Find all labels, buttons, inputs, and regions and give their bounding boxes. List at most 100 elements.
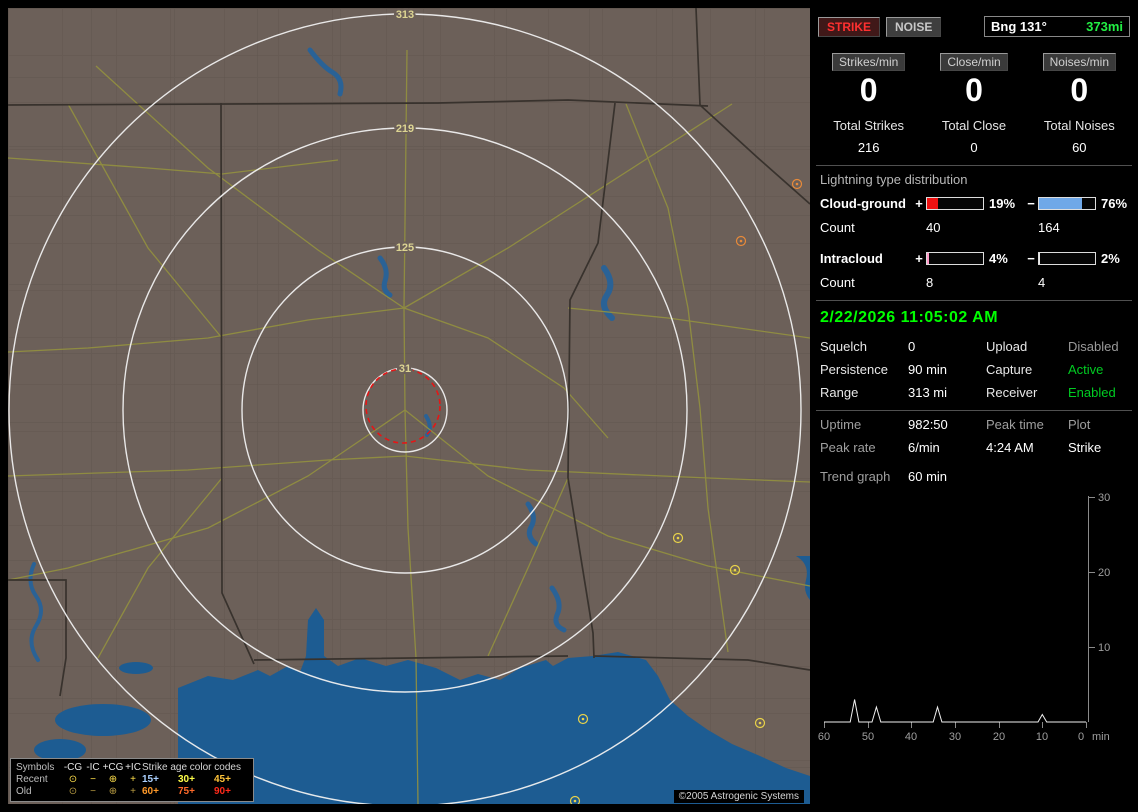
noise-toggle-button[interactable]: NOISE bbox=[886, 16, 942, 37]
uptime-label: Uptime bbox=[820, 417, 862, 433]
recent-neg-ic-icon: − bbox=[90, 774, 96, 785]
rate-noises: Noises/min 0 Total Noises 60 bbox=[1027, 53, 1132, 155]
strike-toggle-button[interactable]: STRIKE bbox=[818, 16, 881, 37]
separator bbox=[816, 165, 1132, 167]
cloud-ground-counts: Count 40 164 bbox=[820, 220, 1132, 235]
total-noises-label: Total Noises bbox=[1043, 118, 1115, 134]
stats-grid: Uptime 982:50 Peak time Plot Peak rate 6… bbox=[816, 417, 1132, 455]
recent-neg-cg-icon: ⊙ bbox=[68, 774, 78, 785]
svg-text:min: min bbox=[1092, 731, 1110, 743]
bearing-range-value: 373mi bbox=[1086, 19, 1123, 34]
datetime-display: 2/22/2026 11:05:02 AM bbox=[820, 309, 999, 327]
ic-positive-count: 8 bbox=[926, 275, 934, 291]
ic-negative-pct: 2% bbox=[1101, 251, 1120, 267]
copyright-text: ©2005 Astrogenic Systems bbox=[673, 790, 804, 803]
separator bbox=[816, 300, 1132, 302]
capture-status: Active bbox=[1068, 362, 1104, 378]
peak-rate-value: 6/min bbox=[908, 440, 940, 456]
trend-window-value: 60 min bbox=[908, 469, 948, 485]
range-value: 313 mi bbox=[908, 385, 948, 401]
rate-strikes: Strikes/min 0 Total Strikes 216 bbox=[816, 53, 921, 155]
ic-positive-pct: 4% bbox=[989, 251, 1008, 267]
legend-col-neg-ic: -IC bbox=[86, 762, 100, 773]
age-code-75: 75+ bbox=[178, 786, 195, 797]
ic-positive-fill bbox=[927, 253, 930, 265]
old-neg-cg-icon: ⊙ bbox=[68, 786, 78, 797]
minus-sign: − bbox=[1027, 251, 1035, 267]
legend-old-label: Old bbox=[16, 786, 32, 797]
recent-pos-cg-icon: ⊕ bbox=[108, 774, 118, 785]
range-label: Range bbox=[820, 385, 859, 401]
count-label: Count bbox=[820, 220, 855, 236]
lightning-map[interactable]: 313 219 125 31 Symbols -CG -IC +CG +IC S… bbox=[7, 7, 814, 807]
intracloud-row: Intracloud + 4% − 2% bbox=[820, 251, 1132, 266]
total-close-value: 0 bbox=[970, 140, 978, 156]
legend-col-pos-ic: +IC bbox=[125, 762, 141, 773]
legend-col-neg-cg: -CG bbox=[63, 762, 83, 773]
ic-negative-gauge bbox=[1038, 252, 1096, 266]
intracloud-counts: Count 8 4 bbox=[820, 275, 1132, 290]
age-code-30: 30+ bbox=[178, 774, 195, 785]
cg-negative-count: 164 bbox=[1038, 220, 1060, 236]
age-codes-title: Strike age color codes bbox=[142, 762, 241, 773]
cg-positive-pct: 19% bbox=[989, 196, 1016, 212]
svg-text:50: 50 bbox=[862, 731, 874, 743]
cg-negative-fill bbox=[1039, 198, 1082, 210]
noises-per-min-button[interactable]: Noises/min bbox=[1042, 53, 1116, 71]
persistence-value: 90 min bbox=[908, 362, 948, 378]
trend-tick-labels: 30 20 10 60 50 40 30 20 10 0 min bbox=[818, 492, 1110, 743]
peak-time-value: 4:24 AM bbox=[986, 440, 1034, 456]
svg-text:20: 20 bbox=[1098, 567, 1110, 579]
legend-header-row: Symbols -CG -IC +CG +IC Strike age color… bbox=[16, 762, 248, 774]
ic-negative-fill bbox=[1039, 253, 1041, 265]
total-close-label: Total Close bbox=[941, 118, 1007, 134]
strikes-per-min-button[interactable]: Strikes/min bbox=[831, 53, 906, 71]
total-strikes-value: 216 bbox=[857, 140, 880, 156]
separator bbox=[816, 410, 1132, 412]
close-per-min-button[interactable]: Close/min bbox=[940, 53, 1008, 71]
old-neg-ic-icon: − bbox=[90, 786, 96, 797]
count-label: Count bbox=[820, 275, 855, 291]
age-code-45: 45+ bbox=[214, 774, 231, 785]
svg-text:0: 0 bbox=[1078, 731, 1084, 743]
total-strikes-label: Total Strikes bbox=[833, 118, 905, 134]
peak-time-label: Peak time bbox=[986, 417, 1044, 433]
cg-negative-pct: 76% bbox=[1101, 196, 1128, 212]
legend-symbols-header: Symbols bbox=[16, 762, 55, 773]
svg-text:10: 10 bbox=[1036, 731, 1048, 743]
capture-label: Capture bbox=[986, 362, 1033, 378]
ring-label-31: 31 bbox=[399, 363, 411, 375]
upload-label: Upload bbox=[986, 339, 1028, 355]
svg-text:30: 30 bbox=[1098, 492, 1110, 504]
old-pos-cg-icon: ⊕ bbox=[108, 786, 118, 797]
legend-old-row: Old ⊙ − ⊕ + 60+ 75+ 90+ bbox=[16, 786, 248, 798]
plot-value: Strike bbox=[1068, 440, 1102, 456]
ic-positive-gauge bbox=[926, 252, 984, 266]
persistence-label: Persistence bbox=[820, 362, 888, 378]
rates-section: Strikes/min 0 Total Strikes 216 Close/mi… bbox=[816, 53, 1132, 155]
trend-axes bbox=[824, 496, 1095, 729]
svg-text:30: 30 bbox=[949, 731, 961, 743]
intracloud-label: Intracloud bbox=[820, 251, 883, 267]
total-noises-value: 60 bbox=[1072, 140, 1087, 156]
age-code-15: 15+ bbox=[142, 774, 159, 785]
ring-label-219: 219 bbox=[396, 123, 414, 135]
svg-text:40: 40 bbox=[905, 731, 917, 743]
ic-negative-count: 4 bbox=[1038, 275, 1046, 291]
receiver-status: Enabled bbox=[1068, 385, 1116, 401]
recent-pos-ic-icon: + bbox=[130, 774, 136, 785]
cg-positive-fill bbox=[927, 198, 938, 210]
old-pos-ic-icon: + bbox=[130, 786, 136, 797]
legend-recent-row: Recent ⊙ − ⊕ + 15+ 30+ 45+ bbox=[16, 774, 248, 786]
close-per-min-value: 0 bbox=[965, 72, 983, 108]
cloud-ground-label: Cloud-ground bbox=[820, 196, 906, 212]
cloud-ground-row: Cloud-ground + 19% − 76% bbox=[820, 196, 1132, 211]
cg-positive-count: 40 bbox=[926, 220, 941, 236]
minus-sign: − bbox=[1027, 196, 1035, 212]
age-code-90: 90+ bbox=[214, 786, 231, 797]
panel-header: STRIKE NOISE Bng 131° 373mi bbox=[818, 16, 1130, 37]
plot-label: Plot bbox=[1068, 417, 1091, 433]
plus-sign: + bbox=[915, 251, 923, 267]
age-code-60: 60+ bbox=[142, 786, 159, 797]
squelch-label: Squelch bbox=[820, 339, 867, 355]
